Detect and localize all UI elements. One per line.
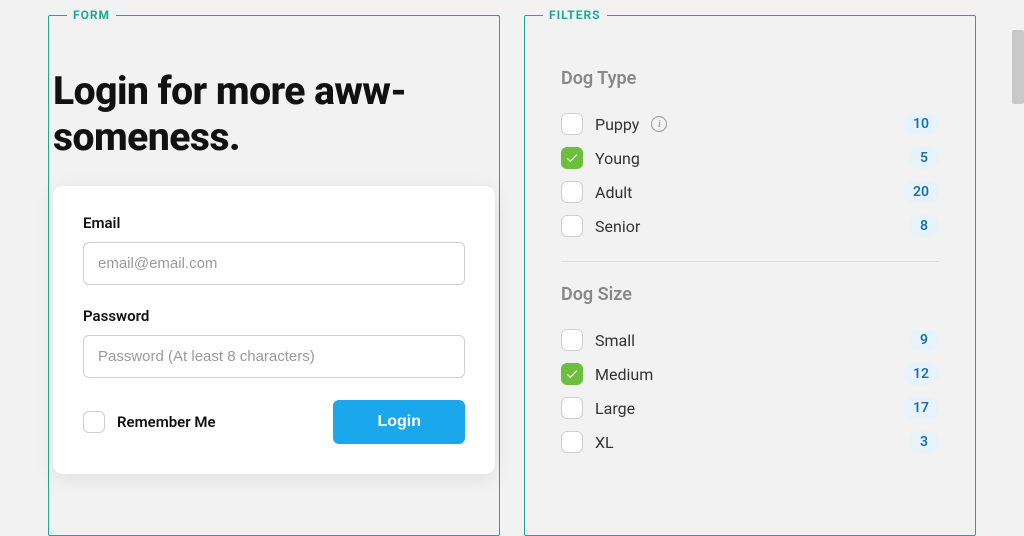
scrollbar-thumb[interactable] — [1012, 30, 1024, 104]
filter-label: Adult — [595, 183, 632, 202]
filter-label: Senior — [595, 217, 640, 236]
filter-group-title: Dog Type — [561, 68, 939, 89]
filter-count-badge: 20 — [903, 181, 939, 203]
filter-count-badge: 10 — [903, 113, 939, 135]
filter-checkbox[interactable] — [561, 329, 583, 351]
filters-legend: FILTERS — [543, 8, 607, 22]
filter-label: Medium — [595, 365, 653, 384]
filters-panel: FILTERS Dog Type Puppyi 10 Young 5 Adult 20 Sen… — [524, 8, 976, 536]
filter-group-title: Dog Size — [561, 284, 939, 305]
filter-count-badge: 17 — [903, 397, 939, 419]
filter-row: Medium 12 — [561, 357, 939, 391]
filter-row: Young 5 — [561, 141, 939, 175]
filter-checkbox[interactable] — [561, 215, 583, 237]
filter-checkbox[interactable] — [561, 397, 583, 419]
divider — [561, 261, 939, 262]
filter-count-badge: 9 — [909, 329, 939, 351]
check-icon — [565, 367, 579, 381]
filter-label: Puppy — [595, 115, 639, 134]
check-icon — [565, 151, 579, 165]
info-icon[interactable]: i — [651, 116, 667, 132]
filter-count-badge: 8 — [909, 215, 939, 237]
filter-count-badge: 12 — [903, 363, 939, 385]
email-label: Email — [83, 214, 465, 232]
filter-row: Adult 20 — [561, 175, 939, 209]
filter-label: Large — [595, 399, 635, 418]
filter-row: XL 3 — [561, 425, 939, 459]
filter-label: Small — [595, 331, 635, 350]
filter-checkbox[interactable] — [561, 181, 583, 203]
filter-label: XL — [595, 433, 614, 452]
login-card: Email Password Remember Me Login — [53, 186, 495, 474]
filter-row: Puppyi 10 — [561, 107, 939, 141]
login-button[interactable]: Login — [333, 400, 465, 444]
email-field[interactable] — [83, 242, 465, 285]
filter-count-badge: 5 — [909, 147, 939, 169]
password-field[interactable] — [83, 335, 465, 378]
remember-me-checkbox[interactable] — [83, 411, 105, 433]
login-headline: Login for more aww-someness. — [49, 50, 499, 186]
password-label: Password — [83, 307, 465, 325]
filter-row: Senior 8 — [561, 209, 939, 243]
form-legend: FORM — [67, 8, 116, 22]
form-panel: FORM Login for more aww-someness. Email … — [48, 8, 500, 536]
filter-row: Large 17 — [561, 391, 939, 425]
filter-checkbox[interactable] — [561, 363, 583, 385]
remember-me-label: Remember Me — [117, 413, 216, 431]
filter-row: Small 9 — [561, 323, 939, 357]
filter-count-badge: 3 — [909, 431, 939, 453]
filter-checkbox[interactable] — [561, 113, 583, 135]
filter-label: Young — [595, 149, 640, 168]
filter-checkbox[interactable] — [561, 431, 583, 453]
filter-checkbox[interactable] — [561, 147, 583, 169]
